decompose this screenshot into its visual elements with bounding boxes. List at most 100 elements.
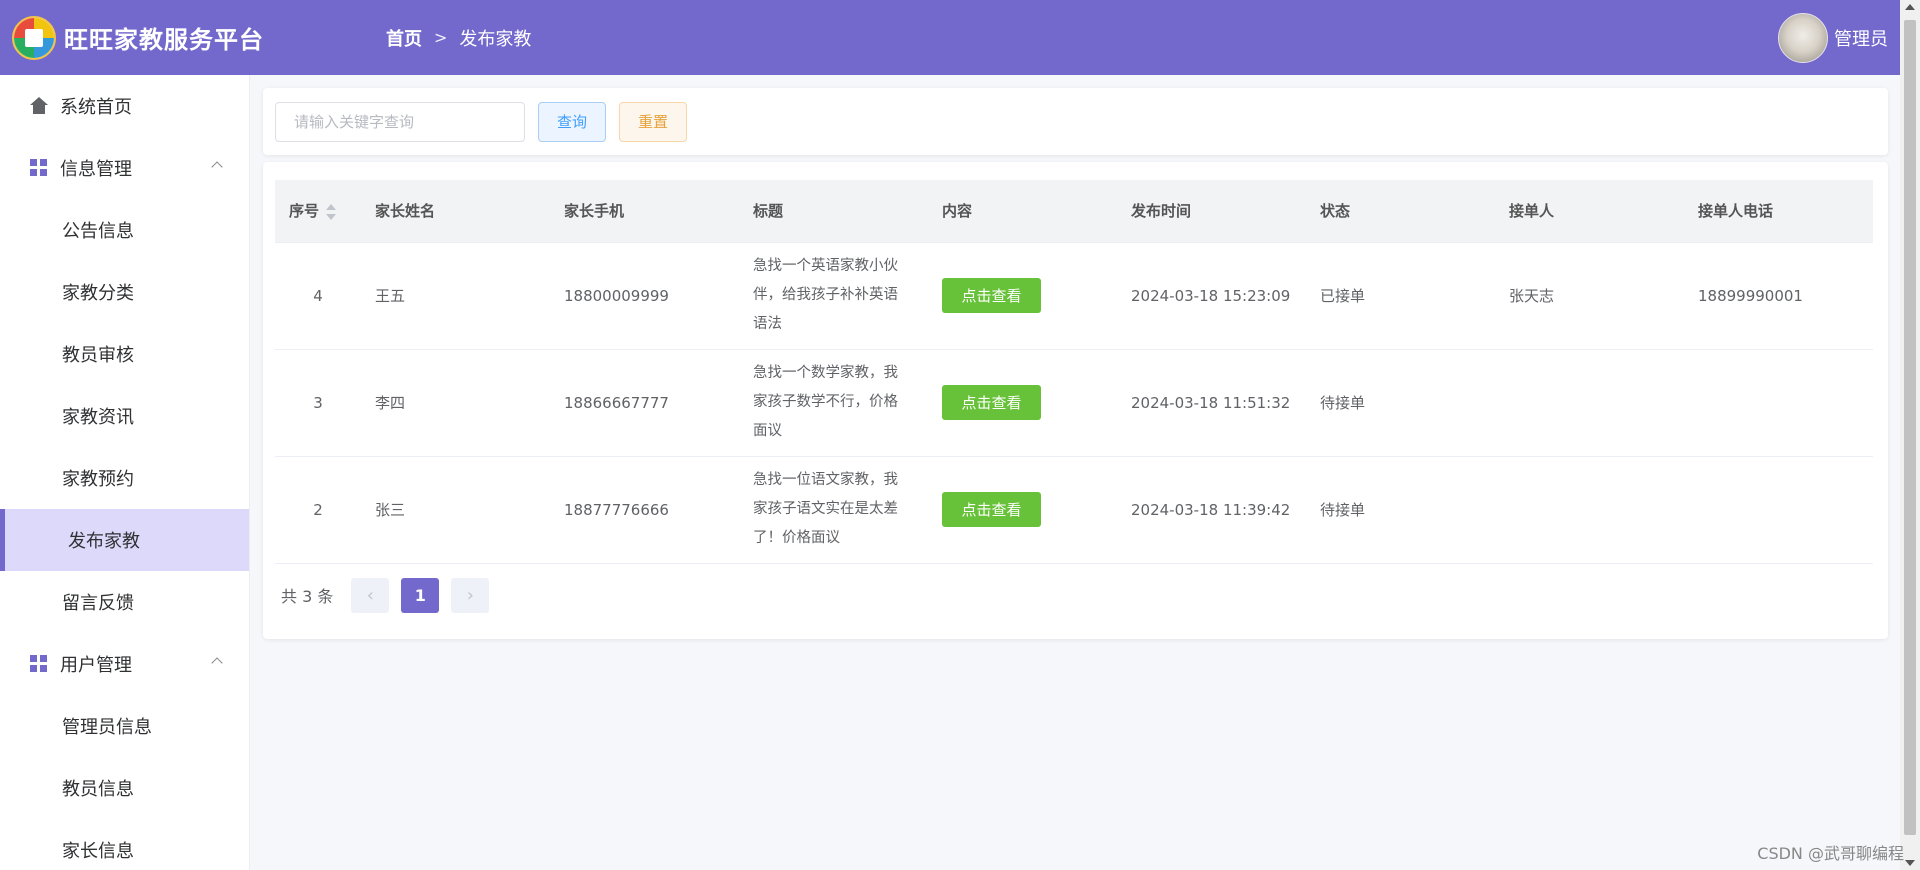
sidebar-item-label: 公告信息 [62,221,134,242]
grid-icon [30,159,48,177]
cell-time: 2024-03-18 15:23:09 [1117,242,1306,350]
sidebar-item-label: 家教预约 [62,469,134,490]
sidebar-group-info[interactable]: 信息管理 [0,137,249,199]
cell-index: 4 [275,242,361,350]
cell-time: 2024-03-18 11:51:32 [1117,349,1306,457]
scrollbar-thumb[interactable] [1904,20,1916,835]
column-header-title: 标题 [739,180,928,243]
sidebar-item-label: 系统首页 [60,97,132,118]
home-icon [30,97,48,115]
watermark: CSDN @武哥聊编程 [1757,844,1904,863]
view-content-button[interactable]: 点击查看 [942,278,1041,313]
chevron-up-icon [211,657,223,669]
cell-parent: 李四 [361,349,550,457]
column-header-taker-phone: 接单人电话 [1684,180,1873,243]
main-content: 查询 重置 序号 家长姓名 家长手机 标题 内容 发布时间 状态 接单人 接单人… [263,88,1888,639]
column-header-taker: 接单人 [1495,180,1684,243]
pagination-total: 共 3 条 [281,587,334,606]
cell-phone: 18877776666 [550,456,739,564]
breadcrumb-current: 发布家教 [459,28,532,50]
sidebar-group-label: 信息管理 [60,159,132,180]
app-title: 旺旺家教服务平台 [64,26,264,54]
cell-content: 点击查看 [928,349,1117,457]
sidebar-item-feedback[interactable]: 留言反馈 [0,571,249,633]
column-header-time: 发布时间 [1117,180,1306,243]
sidebar-item-label: 家教分类 [62,283,134,304]
cell-phone: 18866667777 [550,349,739,457]
cell-status: 待接单 [1306,349,1495,457]
cell-taker-phone [1684,349,1873,457]
avatar[interactable] [1778,13,1828,63]
cell-index: 2 [275,456,361,564]
sidebar-item-tutor-review[interactable]: 教员审核 [0,323,249,385]
cell-status: 待接单 [1306,456,1495,564]
view-content-button[interactable]: 点击查看 [942,385,1041,420]
reset-button[interactable]: 重置 [619,101,688,142]
vertical-scrollbar[interactable] [1900,0,1920,870]
cell-taker [1495,456,1684,564]
view-content-button[interactable]: 点击查看 [942,492,1041,527]
table-header-row: 序号 家长姓名 家长手机 标题 内容 发布时间 状态 接单人 接单人电话 [275,180,1873,243]
table-card: 序号 家长姓名 家长手机 标题 内容 发布时间 状态 接单人 接单人电话 4 王… [263,162,1888,639]
query-button[interactable]: 查询 [538,101,607,142]
cell-title: 急找一个数学家教，我家孩子数学不行，价格面议 [739,349,928,457]
breadcrumb: 首页 > 发布家教 [386,25,531,51]
sidebar-item-label: 教员信息 [62,779,134,800]
sidebar-item-news[interactable]: 家教资讯 [0,385,249,447]
column-header-index[interactable]: 序号 [275,180,361,243]
column-header-content: 内容 [928,180,1117,243]
sidebar-group-user[interactable]: 用户管理 [0,633,249,695]
sidebar-item-label: 家教资讯 [62,407,134,428]
sidebar-item-admin-info[interactable]: 管理员信息 [0,695,249,757]
cell-taker: 张天志 [1495,242,1684,350]
top-header: 旺旺家教服务平台 首页 > 发布家教 管理员 [0,0,1900,75]
cell-time: 2024-03-18 11:39:42 [1117,456,1306,564]
search-bar: 查询 重置 [263,88,1888,155]
breadcrumb-home[interactable]: 首页 [386,25,422,51]
sidebar-item-booking[interactable]: 家教预约 [0,447,249,509]
column-header-parent: 家长姓名 [361,180,550,243]
table-row: 3 李四 18866667777 急找一个数学家教，我家孩子数学不行，价格面议 … [275,349,1873,457]
logo-icon [12,15,56,60]
column-header-label: 序号 [289,202,320,221]
user-menu[interactable]: 管理员 [1778,13,1888,63]
prev-page-icon[interactable]: ‹ [351,577,390,613]
sidebar-item-label: 发布家教 [68,531,140,552]
sidebar-item-parent-info[interactable]: 家长信息 [0,819,249,870]
column-header-phone: 家长手机 [550,180,739,243]
cell-status: 已接单 [1306,242,1495,350]
scroll-up-icon[interactable] [1905,4,1915,10]
sidebar: 系统首页 信息管理 公告信息 家教分类 教员审核 家教资讯 家教预约 发布家教 … [0,75,250,870]
table-row: 4 王五 18800009999 急找一个英语家教小伙伴，给我孩子补补英语语法 … [275,242,1873,350]
sort-icon[interactable] [325,203,337,221]
table-row: 2 张三 18877776666 急找一位语文家教，我家孩子语文实在是太差了！价… [275,456,1873,564]
sidebar-item-publish[interactable]: 发布家教 [0,509,249,571]
cell-content: 点击查看 [928,242,1117,350]
cell-parent: 王五 [361,242,550,350]
sidebar-item-label: 家长信息 [62,841,134,862]
logo[interactable]: 旺旺家教服务平台 [0,15,386,60]
sidebar-item-tutor-info[interactable]: 教员信息 [0,757,249,819]
sidebar-item-label: 留言反馈 [62,593,134,614]
next-page-icon[interactable]: › [451,577,490,613]
sidebar-group-label: 用户管理 [60,655,132,676]
cell-content: 点击查看 [928,456,1117,564]
cell-title: 急找一个英语家教小伙伴，给我孩子补补英语语法 [739,242,928,350]
cell-parent: 张三 [361,456,550,564]
breadcrumb-separator-icon: > [434,28,448,47]
sidebar-item-category[interactable]: 家教分类 [0,261,249,323]
search-input[interactable] [275,101,525,142]
cell-index: 3 [275,349,361,457]
cell-taker [1495,349,1684,457]
cell-taker-phone: 18899990001 [1684,242,1873,350]
sidebar-item-notice[interactable]: 公告信息 [0,199,249,261]
tutor-post-table: 序号 家长姓名 家长手机 标题 内容 发布时间 状态 接单人 接单人电话 4 王… [275,180,1873,564]
cell-title: 急找一位语文家教，我家孩子语文实在是太差了！价格面议 [739,456,928,564]
cell-taker-phone [1684,456,1873,564]
sidebar-item-home[interactable]: 系统首页 [0,75,249,137]
grid-icon [30,655,48,673]
scroll-down-icon[interactable] [1905,860,1915,866]
user-name[interactable]: 管理员 [1834,25,1888,51]
column-header-status: 状态 [1306,180,1495,243]
page-number-button[interactable]: 1 [401,577,440,613]
